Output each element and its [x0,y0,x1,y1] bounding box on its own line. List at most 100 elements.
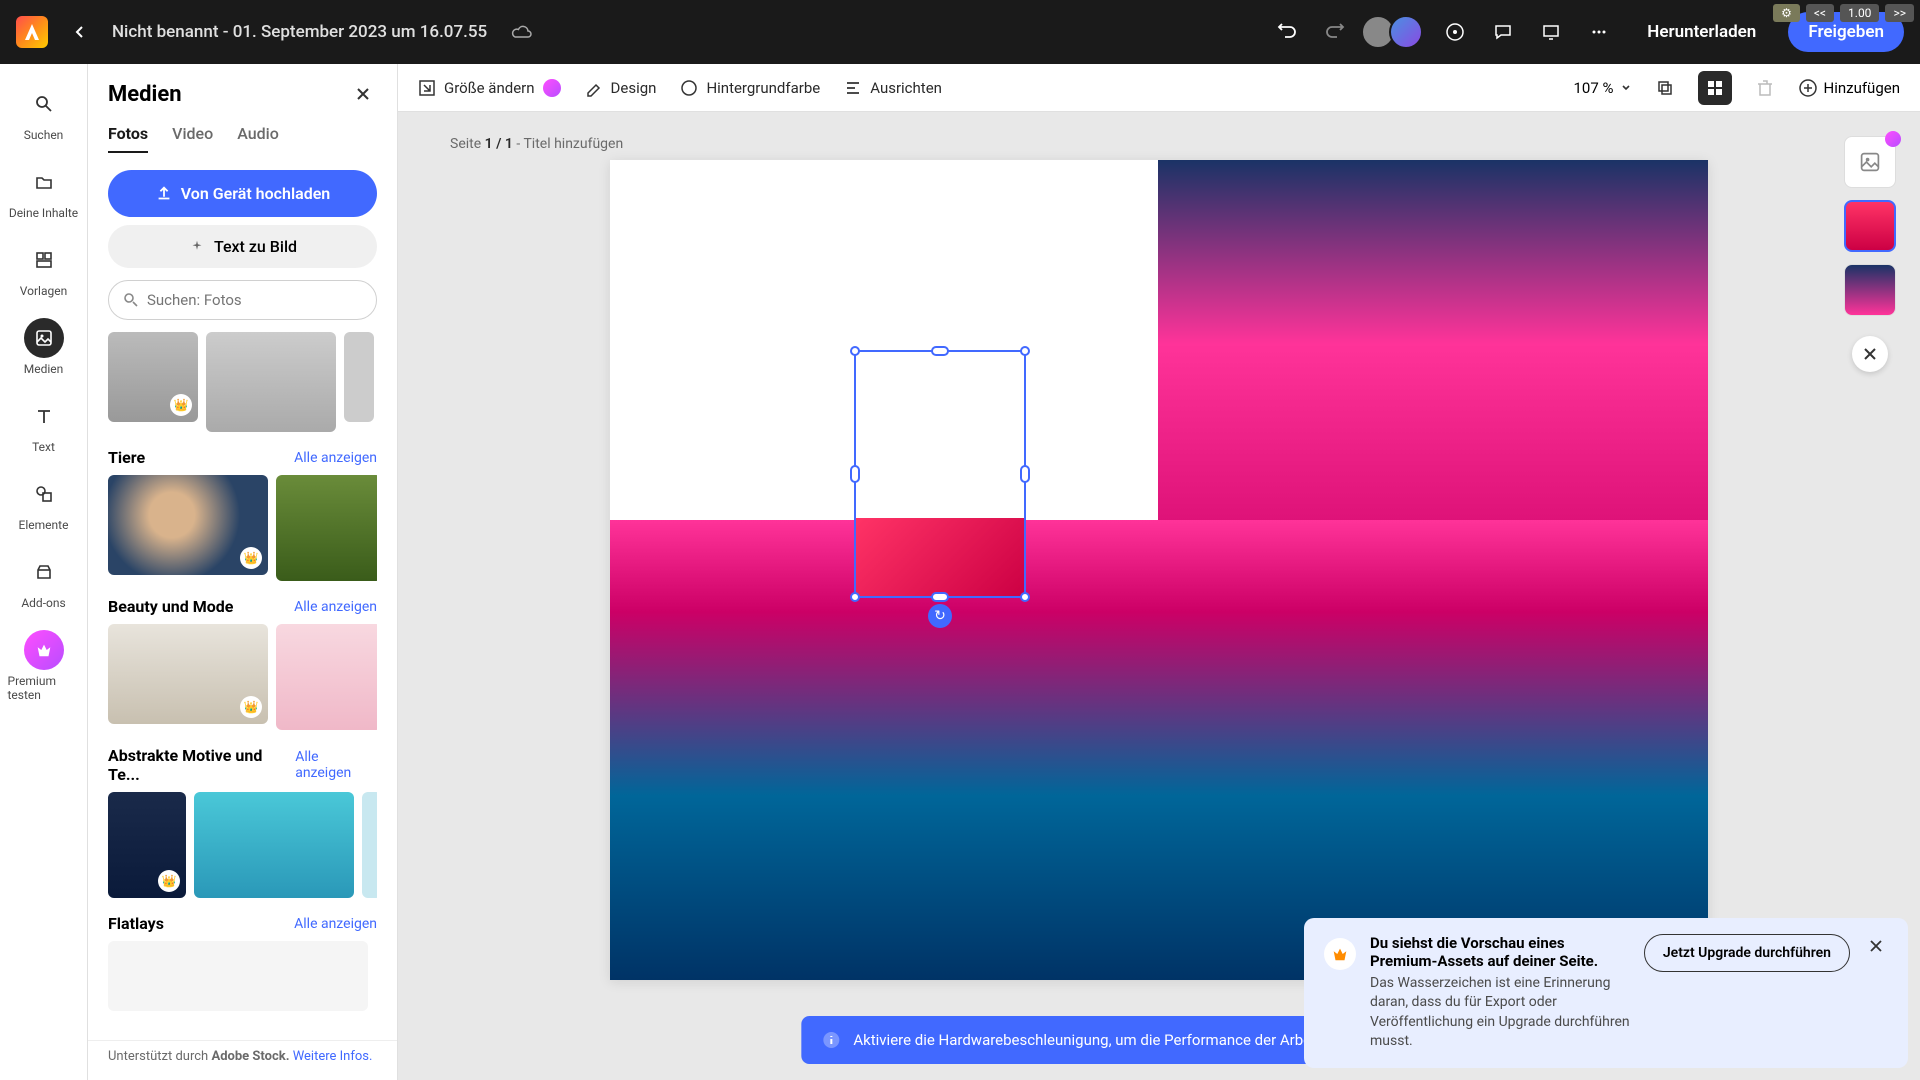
bgcolor-button[interactable]: Hintergrundfarbe [680,79,820,97]
layers-button[interactable] [1648,71,1682,105]
app-logo [16,16,48,48]
tab-photos[interactable]: Fotos [108,116,148,153]
stock-thumb[interactable] [206,332,336,432]
rail-search[interactable]: Suchen [8,76,80,150]
comment-icon[interactable] [1487,16,1519,48]
design-button[interactable]: Design [585,79,657,97]
layer-thumb[interactable] [1844,200,1896,252]
sparkle-icon [188,238,206,256]
rail-templates-label: Vorlagen [20,284,67,298]
cloud-sync-icon[interactable] [511,24,533,40]
media-panel: Medien Fotos Video Audio Von Gerät hochl… [88,64,398,1080]
category-animals: Tiere [108,448,145,467]
upload-button[interactable]: Von Gerät hochladen [108,170,377,217]
delete-button[interactable] [1748,71,1782,105]
selection-box[interactable]: ↻ [854,350,1026,598]
rail-elements[interactable]: Elemente [8,466,80,540]
see-all-flatlays[interactable]: Alle anzeigen [294,916,377,932]
undo-button[interactable] [1271,16,1303,48]
rail-media[interactable]: Medien [8,310,80,384]
close-layers-button[interactable] [1852,336,1888,372]
rail-search-label: Suchen [24,128,64,142]
document-title[interactable]: Nicht benannt - 01. September 2023 um 16… [112,22,487,42]
back-button[interactable] [64,16,96,48]
canvas-page[interactable]: ↻ [610,160,1708,980]
stock-thumb[interactable]: 👑 [108,792,186,898]
panel-title: Medien [108,82,182,107]
rail-text-label: Text [32,440,55,454]
premium-badge-icon: 👑 [240,547,262,569]
premium-toast-title: Du siehst die Vorschau eines Premium-Ass… [1370,934,1630,970]
redo-button[interactable] [1319,16,1351,48]
circle-icon [680,79,698,97]
stock-thumb[interactable] [362,792,377,898]
stock-thumb[interactable]: 👑 [108,475,268,575]
resize-handle[interactable] [931,346,949,356]
rotate-handle[interactable]: ↻ [928,604,952,628]
search-icon [123,292,139,308]
tab-audio[interactable]: Audio [237,116,279,153]
align-button[interactable]: Ausrichten [844,79,942,97]
rail-content-label: Deine Inhalte [9,206,78,220]
premium-badge-icon: 👑 [158,870,180,892]
upgrade-button[interactable]: Jetzt Upgrade durchführen [1644,934,1850,972]
page-indicator[interactable]: Seite 1 / 1 - Titel hinzufügen [450,136,1880,152]
premium-badge-icon [1885,131,1901,147]
rail-addons[interactable]: Add-ons [8,544,80,618]
text-to-image-button[interactable]: Text zu Bild [108,225,377,268]
stock-thumb[interactable]: 👑 [108,624,268,724]
resize-button[interactable]: Größe ändern [418,79,561,97]
stock-thumb[interactable] [194,792,354,898]
close-premium-toast-button[interactable] [1864,934,1888,958]
resize-handle[interactable] [850,346,860,356]
layer-thumb[interactable] [1844,136,1896,188]
upload-label: Von Gerät hochladen [181,184,331,203]
grid-view-button[interactable] [1698,71,1732,105]
resize-handle[interactable] [931,592,949,602]
info-icon [821,1030,841,1050]
canvas-area: Größe ändern Design Hintergrundfarbe Aus… [398,64,1920,1080]
stock-thumb[interactable] [108,941,368,1011]
see-all-beauty[interactable]: Alle anzeigen [294,599,377,615]
rail-text[interactable]: Text [8,388,80,462]
download-button[interactable]: Herunterladen [1631,14,1772,50]
align-icon [844,79,862,97]
more-info-link[interactable]: Weitere Infos. [293,1049,373,1064]
layer-thumb[interactable] [1844,264,1896,316]
zoom-dropdown[interactable]: 107 % [1574,79,1632,97]
rail-premium[interactable]: Premium testen [8,622,80,710]
search-box[interactable] [108,280,377,320]
premium-toast-text: Das Wasserzeichen ist eine Erinnerung da… [1370,974,1630,1052]
add-button[interactable]: Hinzufügen [1798,78,1901,98]
resize-handle[interactable] [1020,592,1030,602]
crown-icon [1324,938,1356,970]
rail-premium-label: Premium testen [8,674,80,702]
plus-circle-icon [1798,78,1818,98]
debug-overlay: ⚙ << 1.00 >> [1773,4,1914,22]
resize-handle[interactable] [850,592,860,602]
see-all-abstract[interactable]: Alle anzeigen [295,749,377,781]
tab-video[interactable]: Video [172,116,213,153]
stock-thumb[interactable] [344,332,374,422]
help-icon[interactable] [1439,16,1471,48]
collaborators[interactable] [1367,15,1423,49]
stock-thumb[interactable]: 👑 [108,332,198,422]
premium-badge-icon: 👑 [240,696,262,718]
premium-badge-icon [543,79,561,97]
more-icon[interactable] [1583,16,1615,48]
canvas-image[interactable] [610,520,1708,980]
resize-handle[interactable] [1020,465,1030,483]
rail-your-content[interactable]: Deine Inhalte [8,154,80,228]
text-to-image-label: Text zu Bild [214,237,297,256]
stock-thumb[interactable] [276,475,377,581]
present-icon[interactable] [1535,16,1567,48]
search-input[interactable] [147,291,362,309]
rail-templates[interactable]: Vorlagen [8,232,80,306]
resize-handle[interactable] [1020,346,1030,356]
see-all-animals[interactable]: Alle anzeigen [294,450,377,466]
avatar [1389,15,1423,49]
close-panel-button[interactable] [349,80,377,108]
stock-thumb[interactable] [276,624,377,730]
selected-image[interactable] [856,518,1024,596]
resize-handle[interactable] [850,465,860,483]
